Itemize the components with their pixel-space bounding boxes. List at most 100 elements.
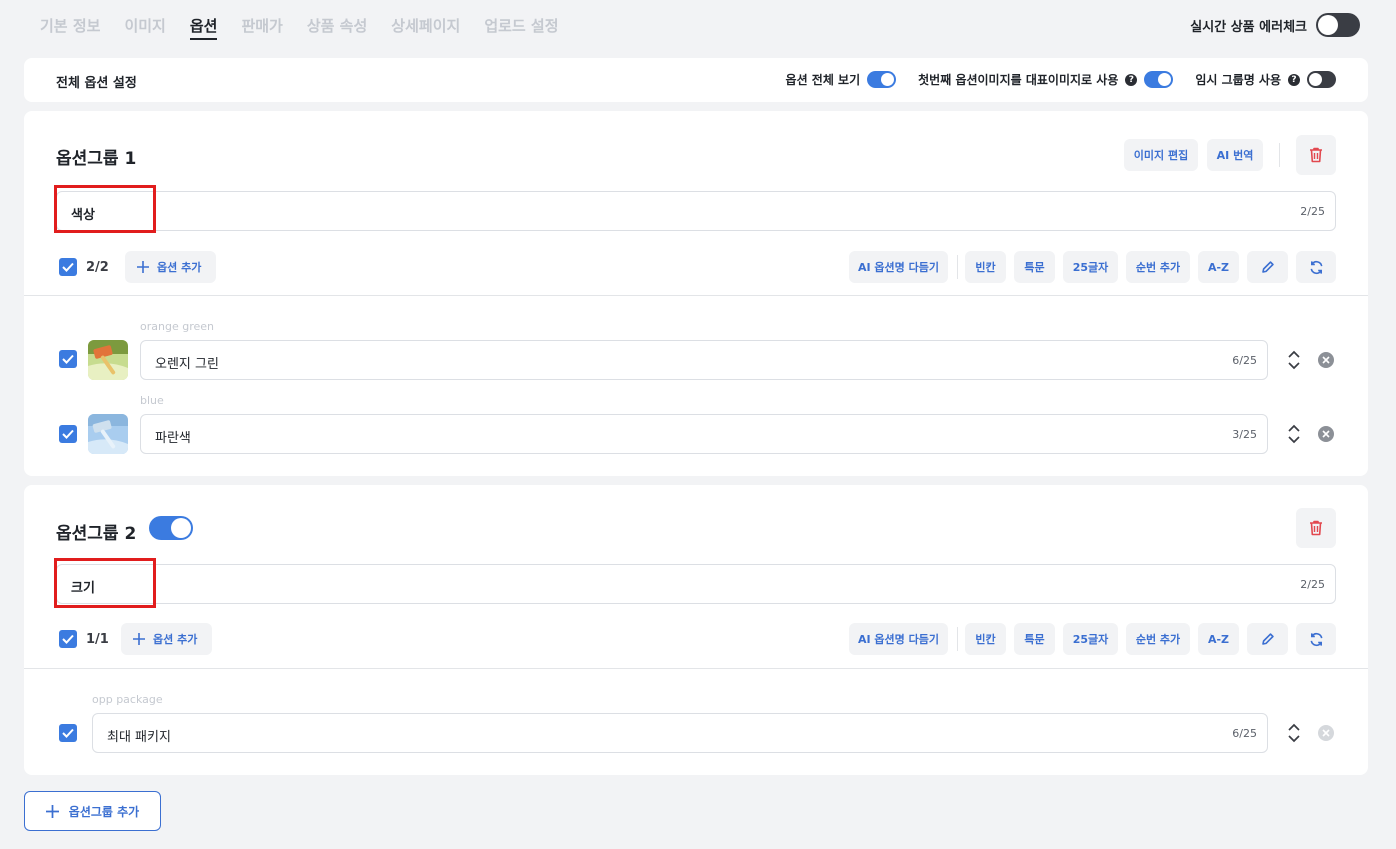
close-icon — [1322, 356, 1330, 364]
ai-refine-names-button[interactable]: AI 옵션명 다듬기 — [849, 623, 948, 655]
top-nav: 기본 정보 이미지 옵션 판매가 상품 속성 상세페이지 업로드 설정 실시간 … — [0, 0, 1396, 52]
tab-bar: 기본 정보 이미지 옵션 판매가 상품 속성 상세페이지 업로드 설정 — [40, 16, 559, 40]
add-option-group-button[interactable]: 옵션그룹 추가 — [24, 791, 161, 831]
option-group-2: 옵션그룹 2 크기 2/25 1/1 옵션 추가 AI 옵션명 다듬기 빈칸 특… — [24, 485, 1368, 775]
divider — [957, 627, 958, 651]
sort-az-button[interactable]: A-Z — [1198, 623, 1239, 655]
option-source-text: blue — [140, 394, 164, 407]
option-name-input[interactable]: 파란색 3/25 — [140, 414, 1268, 454]
edit-button[interactable] — [1247, 251, 1288, 283]
trash-icon — [1310, 147, 1322, 163]
tab-images[interactable]: 이미지 — [124, 16, 165, 40]
delete-group-button[interactable] — [1296, 508, 1336, 548]
chevron-up-down-icon — [1288, 350, 1300, 370]
global-settings-title: 전체 옵션 설정 — [56, 76, 137, 91]
remove-option-button[interactable] — [1318, 426, 1334, 442]
add-option-group-label: 옵션그룹 추가 — [68, 804, 140, 819]
option-source-text: opp package — [92, 693, 163, 706]
help-icon[interactable]: ? — [1288, 73, 1300, 86]
option-name-value: 오렌지 그린 — [155, 357, 219, 372]
special-char-button[interactable]: 특문 — [1014, 251, 1055, 283]
check-icon — [62, 634, 74, 644]
group-toggle[interactable] — [149, 516, 193, 540]
option-source-text: orange green — [140, 320, 214, 333]
limit-25-button[interactable]: 25글자 — [1063, 623, 1118, 655]
reorder-handle[interactable] — [1286, 350, 1302, 370]
temp-group-label: 임시 그룹명 사용 — [1195, 73, 1281, 87]
option-checkbox[interactable] — [59, 350, 77, 368]
refresh-icon — [1310, 632, 1322, 646]
group-name-input[interactable]: 색상 2/25 — [56, 191, 1336, 231]
add-option-label: 옵션 추가 — [157, 261, 202, 274]
delete-group-button[interactable] — [1296, 135, 1336, 175]
reorder-handle[interactable] — [1286, 424, 1302, 444]
special-char-button[interactable]: 특문 — [1014, 623, 1055, 655]
highlight-box — [54, 558, 156, 608]
reorder-handle[interactable] — [1286, 723, 1302, 743]
group-title: 옵션그룹 1 — [56, 149, 137, 169]
option-thumbnail[interactable] — [88, 340, 128, 380]
sort-az-button[interactable]: A-Z — [1198, 251, 1239, 283]
refresh-button[interactable] — [1296, 251, 1336, 283]
blank-button[interactable]: 빈칸 — [965, 251, 1006, 283]
divider — [1279, 143, 1280, 167]
product-image-icon — [88, 414, 128, 454]
blank-button[interactable]: 빈칸 — [965, 623, 1006, 655]
tab-detail-page[interactable]: 상세페이지 — [391, 16, 460, 40]
char-count: 6/25 — [1232, 354, 1257, 367]
chevron-up-down-icon — [1288, 723, 1300, 743]
pencil-icon — [1261, 261, 1274, 273]
pencil-icon — [1261, 633, 1274, 645]
global-settings-controls: 옵션 전체 보기 첫번째 옵션이미지를 대표이미지로 사용 ? 임시 그룹명 사… — [786, 71, 1336, 88]
group-name-input[interactable]: 크기 2/25 — [56, 564, 1336, 604]
add-option-label: 옵션 추가 — [153, 633, 198, 646]
plus-icon — [133, 633, 145, 645]
select-all-checkbox[interactable] — [59, 258, 77, 276]
remove-option-button[interactable] — [1318, 725, 1334, 741]
char-count: 3/25 — [1232, 428, 1257, 441]
option-name-input[interactable]: 오렌지 그린 6/25 — [140, 340, 1268, 380]
option-checkbox[interactable] — [59, 724, 77, 742]
error-check-toggle[interactable] — [1316, 13, 1360, 37]
first-image-label: 첫번째 옵션이미지를 대표이미지로 사용 — [918, 73, 1119, 87]
char-count: 2/25 — [1300, 578, 1325, 591]
check-icon — [62, 728, 74, 738]
close-icon — [1322, 430, 1330, 438]
tab-upload-settings[interactable]: 업로드 설정 — [484, 16, 558, 40]
temp-group-toggle[interactable] — [1307, 71, 1336, 88]
error-check: 실시간 상품 에러체크 — [1190, 13, 1360, 37]
selected-count: 2/2 — [86, 260, 109, 275]
add-option-button[interactable]: 옵션 추가 — [121, 623, 212, 655]
add-option-button[interactable]: 옵션 추가 — [125, 251, 216, 283]
product-image-icon — [88, 340, 128, 380]
refresh-button[interactable] — [1296, 623, 1336, 655]
plus-icon — [137, 261, 149, 273]
remove-option-button[interactable] — [1318, 352, 1334, 368]
char-count: 2/25 — [1300, 205, 1325, 218]
option-group-1: 옵션그룹 1 이미지 편집 AI 번역 색상 2/25 2/2 옵션 추가 AI… — [24, 111, 1368, 476]
option-checkbox[interactable] — [59, 425, 77, 443]
limit-25-button[interactable]: 25글자 — [1063, 251, 1118, 283]
view-all-toggle[interactable] — [867, 71, 897, 88]
add-sequence-button[interactable]: 순번 추가 — [1126, 251, 1190, 283]
trash-icon — [1310, 520, 1322, 536]
divider — [957, 255, 958, 279]
tab-options[interactable]: 옵션 — [189, 16, 218, 40]
ai-refine-names-button[interactable]: AI 옵션명 다듬기 — [849, 251, 948, 283]
first-image-toggle[interactable] — [1144, 71, 1174, 88]
group-title: 옵션그룹 2 — [56, 524, 137, 544]
tab-attributes[interactable]: 상품 속성 — [307, 16, 367, 40]
help-icon[interactable]: ? — [1125, 73, 1138, 86]
tab-basic-info[interactable]: 기본 정보 — [40, 16, 100, 40]
image-edit-button[interactable]: 이미지 편집 — [1124, 139, 1198, 171]
chevron-up-down-icon — [1288, 424, 1300, 444]
selected-count: 1/1 — [86, 632, 109, 647]
tab-price[interactable]: 판매가 — [241, 16, 282, 40]
add-sequence-button[interactable]: 순번 추가 — [1126, 623, 1190, 655]
edit-button[interactable] — [1247, 623, 1288, 655]
select-all-checkbox[interactable] — [59, 630, 77, 648]
option-thumbnail[interactable] — [88, 414, 128, 454]
option-name-input[interactable]: 최대 패키지 6/25 — [92, 713, 1268, 753]
global-option-settings: 전체 옵션 설정 옵션 전체 보기 첫번째 옵션이미지를 대표이미지로 사용 ?… — [24, 58, 1368, 102]
ai-translate-button[interactable]: AI 번역 — [1207, 139, 1263, 171]
